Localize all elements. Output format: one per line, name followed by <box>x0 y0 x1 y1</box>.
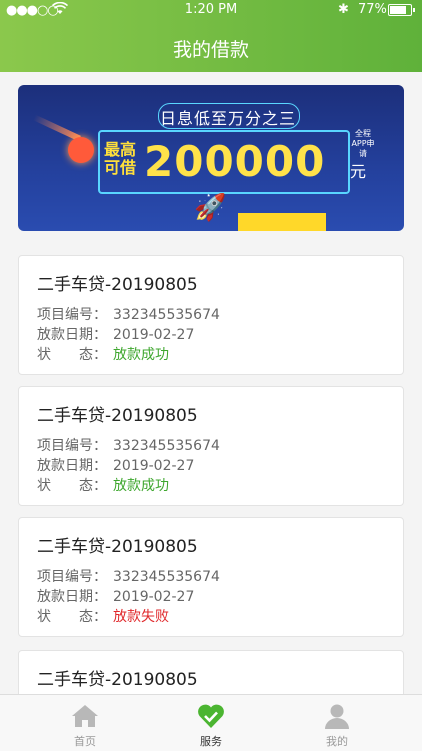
loan-id: 332345535674 <box>113 438 220 454</box>
loan-name: 二手车贷-20190805 <box>37 275 198 295</box>
meteor-decoration <box>68 137 94 163</box>
loan-card[interactable]: 二手车贷-20190805 项目编号： 332345535674 放款日期： 201… <box>18 386 404 506</box>
loan-card[interactable]: 二手车贷-20190805 项目编号： 332345535674 放款日期： 201… <box>18 517 404 637</box>
banner-max-label: 最高可借 <box>104 140 137 177</box>
loan-date: 2019-02-27 <box>113 589 195 605</box>
loan-id-row: 项目编号： 332345535674 <box>37 304 220 324</box>
loan-date-label: 放款日期： <box>37 327 107 343</box>
bluetooth-icon: ✱ <box>338 2 349 17</box>
loan-id: 332345535674 <box>113 307 220 323</box>
tab-label: 首页 <box>74 735 96 748</box>
loan-date-row: 放款日期： 2019-02-27 <box>37 324 194 344</box>
banner-amount: 200000 <box>144 137 326 186</box>
home-icon <box>71 703 99 729</box>
loan-card[interactable]: 二手车贷-20190805 项目编号： 332345535674 放款日期： 201… <box>18 255 404 375</box>
loan-date-label: 放款日期： <box>37 458 107 474</box>
loan-name: 二手车贷-20190805 <box>37 670 198 690</box>
loan-date-label: 放款日期： <box>37 589 107 605</box>
tab-label: 服务 <box>200 735 222 748</box>
battery-percent: 77% <box>358 2 387 17</box>
loan-status-badge: 放款失败 <box>113 609 169 625</box>
loan-date: 2019-02-27 <box>113 458 195 474</box>
banner-side-text: 全程APP申请 <box>351 129 375 158</box>
rocket-icon: 🚀 <box>194 193 227 223</box>
banner-headline: 日息低至万分之三 <box>159 109 296 128</box>
banner-unit: 元 <box>350 162 367 181</box>
loan-date-row: 放款日期： 2019-02-27 <box>37 455 194 475</box>
page-title: 我的借款 <box>172 39 249 61</box>
loan-date: 2019-02-27 <box>113 327 195 343</box>
loan-id-label: 项目编号： <box>37 569 107 585</box>
battery-icon <box>388 4 415 16</box>
user-icon <box>323 703 351 729</box>
loan-id-row: 项目编号： 332345535674 <box>37 566 220 586</box>
tab-home[interactable]: 首页 <box>15 695 155 751</box>
loan-id-label: 项目编号： <box>37 307 107 323</box>
tab-profile[interactable]: 我的 <box>267 695 407 751</box>
loan-status-row: 状 态： 放款失败 <box>37 606 169 626</box>
heart-icon <box>197 703 225 729</box>
status-bar: ●●●○○ 1:20 PM ✱ 77% <box>0 0 422 20</box>
loan-name: 二手车贷-20190805 <box>37 406 198 426</box>
banner-yellow-bar <box>238 213 326 231</box>
loan-status-row: 状 态： 放款成功 <box>37 344 169 364</box>
tab-bar: 首页 服务 我的 <box>0 694 422 751</box>
loan-date-row: 放款日期： 2019-02-27 <box>37 586 194 606</box>
loan-status-label: 状 态： <box>37 347 107 363</box>
tab-service[interactable]: 服务 <box>141 695 281 751</box>
loan-id: 332345535674 <box>113 569 220 585</box>
loan-status-row: 状 态： 放款成功 <box>37 475 169 495</box>
loan-name: 二手车贷-20190805 <box>37 537 198 557</box>
loan-status-label: 状 态： <box>37 609 107 625</box>
meteor-tail-decoration <box>33 114 81 142</box>
loan-status-badge: 放款成功 <box>113 347 169 363</box>
tab-label: 我的 <box>326 735 348 748</box>
promo-banner[interactable]: 日息低至万分之三 最高可借 200000 全程APP申请 元 🚀 <box>18 85 404 231</box>
loan-status-badge: 放款成功 <box>113 478 169 494</box>
loan-id-row: 项目编号： 332345535674 <box>37 435 220 455</box>
loan-status-label: 状 态： <box>37 478 107 494</box>
app-header: ●●●○○ 1:20 PM ✱ 77% 我的借款 <box>0 0 422 72</box>
loan-id-label: 项目编号： <box>37 438 107 454</box>
